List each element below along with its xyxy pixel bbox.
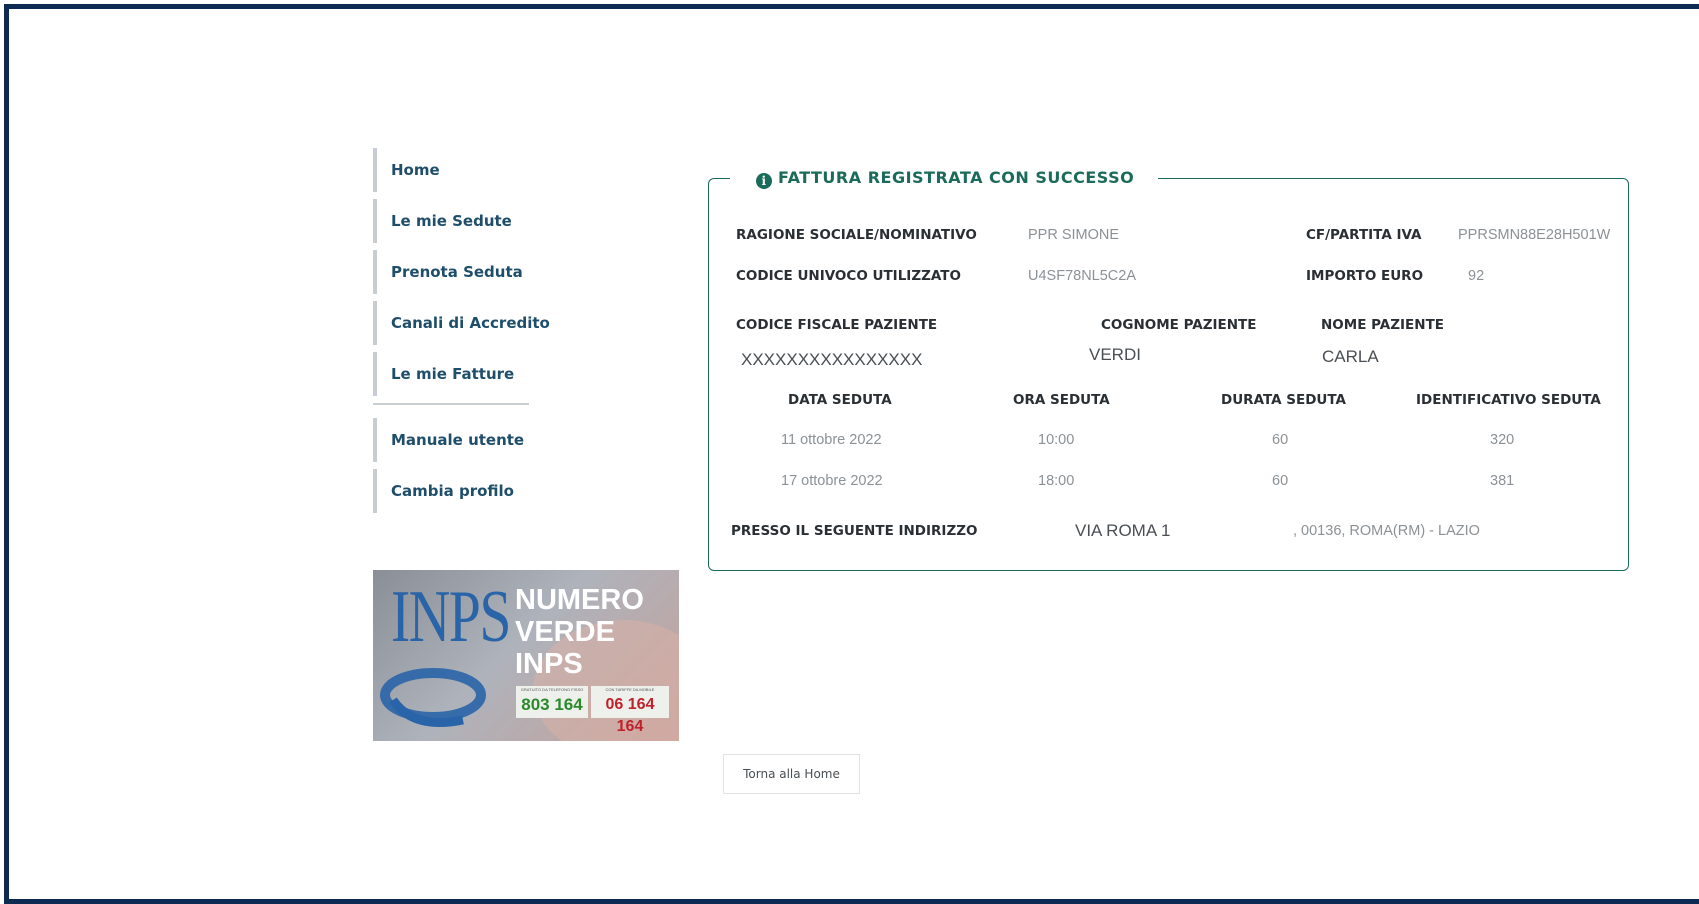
banner-line-1: NUMERO xyxy=(515,584,644,616)
session-row-1-id: 320 xyxy=(1490,432,1515,448)
session-row-1-date: 11 ottobre 2022 xyxy=(781,432,882,448)
banner-line-2: VERDE xyxy=(515,616,615,648)
numero-verde-banner[interactable]: INPS NUMERO VERDE INPS GRATUITO DA TELEF… xyxy=(373,570,679,741)
inps-logo: INPS xyxy=(391,576,511,658)
banner-line-3: INPS xyxy=(515,648,583,680)
cf-partita-iva-label: CF/PARTITA IVA xyxy=(1306,227,1422,243)
banner-phone-fisso: GRATUITO DA TELEFONO FISSO 803 164 xyxy=(516,686,588,718)
session-row-2-id: 381 xyxy=(1490,473,1515,489)
card-title-text: FATTURA REGISTRATA CON SUCCESSO xyxy=(778,168,1135,187)
cf-partita-iva-value: PPRSMN88E28H501W xyxy=(1458,227,1611,243)
banner-phone-mobile: CON TARIFFE DA MOBILE 06 164 164 xyxy=(591,686,669,735)
ragione-sociale-label: RAGIONE SOCIALE/NOMINATIVO xyxy=(736,227,977,243)
durata-seduta-header: DURATA SEDUTA xyxy=(1221,392,1346,408)
banner-number-1: 803 164 xyxy=(521,695,583,714)
ragione-sociale-value: PPR SIMONE xyxy=(1028,227,1120,243)
indirizzo-value: VIA ROMA 1 xyxy=(1075,521,1171,540)
sidebar-nav: Home Le mie Sedute Prenota Seduta Canali… xyxy=(373,148,573,520)
sidebar-item-home[interactable]: Home xyxy=(373,148,573,192)
cognome-paziente-value: VERDI xyxy=(1089,345,1141,364)
torna-alla-home-button[interactable]: Torna alla Home xyxy=(723,754,860,794)
info-icon: i xyxy=(756,173,772,189)
indirizzo-label: PRESSO IL SEGUENTE INDIRIZZO xyxy=(731,523,978,539)
ora-seduta-header: ORA SEDUTA xyxy=(1013,392,1110,408)
cognome-paziente-label: COGNOME PAZIENTE xyxy=(1101,317,1257,333)
cf-paziente-value: XXXXXXXXXXXXXXXX xyxy=(741,350,923,369)
indirizzo-city: , 00136, ROMA(RM) - LAZIO xyxy=(1293,523,1480,539)
banner-small-label-2: CON TARIFFE DA MOBILE xyxy=(605,687,655,692)
session-row-2-time: 18:00 xyxy=(1038,473,1075,489)
sidebar-item-manuale-utente[interactable]: Manuale utente xyxy=(373,418,573,462)
nome-paziente-label: NOME PAZIENTE xyxy=(1321,317,1444,333)
sidebar-divider xyxy=(373,403,529,405)
sidebar-item-prenota-seduta[interactable]: Prenota Seduta xyxy=(373,250,573,294)
sidebar-item-le-mie-fatture[interactable]: Le mie Fatture xyxy=(373,352,573,396)
data-seduta-header: DATA SEDUTA xyxy=(788,392,892,408)
importo-euro-label: IMPORTO EURO xyxy=(1306,268,1424,284)
card-title: i FATTURA REGISTRATA CON SUCCESSO xyxy=(730,167,1159,189)
sidebar-item-cambia-profilo[interactable]: Cambia profilo xyxy=(373,469,573,513)
codice-univoco-label: CODICE UNIVOCO UTILIZZATO xyxy=(736,268,961,284)
banner-number-2: 06 164 164 xyxy=(605,696,655,735)
importo-euro-value: 92 xyxy=(1468,268,1485,284)
session-row-2-date: 17 ottobre 2022 xyxy=(781,473,883,489)
cf-paziente-label: CODICE FISCALE PAZIENTE xyxy=(736,317,938,333)
session-row-1-duration: 60 xyxy=(1272,432,1289,448)
sidebar-item-le-mie-sedute[interactable]: Le mie Sedute xyxy=(373,199,573,243)
session-row-2-duration: 60 xyxy=(1272,473,1289,489)
sidebar-item-canali-di-accredito[interactable]: Canali di Accredito xyxy=(373,301,573,345)
banner-small-label-1: GRATUITO DA TELEFONO FISSO xyxy=(520,687,584,692)
nome-paziente-value: CARLA xyxy=(1322,347,1379,366)
codice-univoco-value: U4SF78NL5C2A xyxy=(1028,268,1136,284)
session-row-1-time: 10:00 xyxy=(1038,432,1075,448)
identificativo-seduta-header: IDENTIFICATIVO SEDUTA xyxy=(1416,392,1601,408)
